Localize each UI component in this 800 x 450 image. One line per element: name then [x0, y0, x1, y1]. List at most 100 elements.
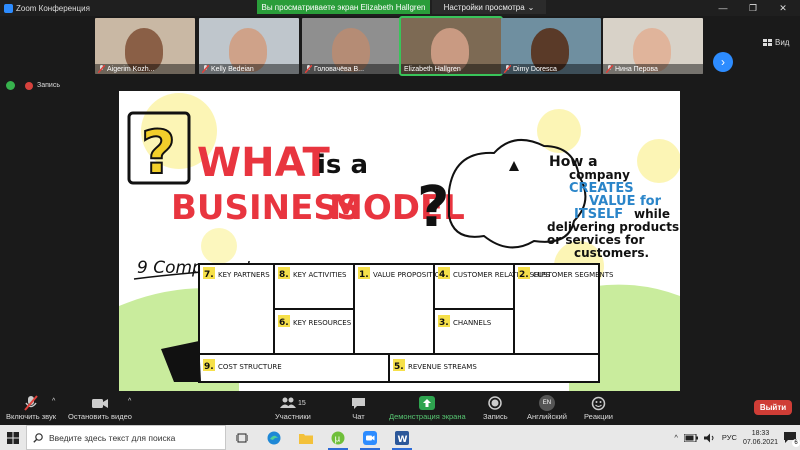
clock-time: 18:33 [751, 429, 770, 437]
share-screen-button[interactable]: Демонстрация экрана [389, 394, 466, 421]
tagline-line: delivering products [547, 220, 679, 234]
recording-indicator[interactable]: Запись [25, 81, 60, 90]
search-icon [33, 432, 43, 443]
view-options-button[interactable]: Настройки просмотра ⌄ [432, 0, 546, 14]
participant-name: Головачёва В... [314, 65, 365, 73]
battery-icon[interactable] [683, 433, 698, 442]
mic-muted-icon [98, 65, 105, 73]
mic-muted-icon [305, 65, 312, 73]
participants-button[interactable]: 15 Участники [275, 394, 311, 421]
task-view-icon [236, 433, 248, 442]
participant-tile[interactable]: Головачёва В... [302, 18, 402, 74]
taskbar-search[interactable]: Введите здесь текст для поиска [26, 425, 226, 450]
record-icon [488, 396, 503, 410]
record-button[interactable]: Запись [483, 394, 508, 421]
view-options-label: Настройки просмотра [443, 2, 525, 12]
zoom-app-icon [363, 430, 377, 445]
meeting-toolbar: Включить звук ^ Остановить видео ^ 15 Уч… [0, 391, 800, 425]
participant-tile[interactable]: Kelly Bedeian [199, 18, 299, 74]
search-placeholder: Введите здесь текст для поиска [49, 432, 176, 443]
interpretation-button[interactable]: EN Английский [527, 394, 567, 421]
block-number: 7. [204, 270, 214, 280]
system-tray: ^ РУС 18:33 07.06.2021 6 [674, 425, 800, 450]
title-bar: Zoom Конференция Вы просматриваете экран… [0, 0, 800, 16]
taskbar-utorrent[interactable]: µ [322, 425, 354, 450]
clock[interactable]: 18:33 07.06.2021 [743, 429, 778, 447]
minimize-icon[interactable]: — [710, 0, 736, 16]
language-badge: EN [538, 395, 555, 411]
speaker-icon[interactable] [703, 433, 716, 443]
taskbar-edge[interactable] [258, 425, 290, 450]
recording-label: Запись [37, 82, 60, 89]
block-number: 4. [439, 270, 449, 280]
edge-icon [267, 431, 281, 444]
task-view-button[interactable] [226, 425, 258, 450]
video-strip: Aigerim Kozh... Kelly Bedeian Головачёва В… [0, 16, 800, 76]
block-number: 5. [394, 362, 404, 372]
unmute-button[interactable]: Включить звук [6, 394, 56, 421]
utorrent-icon: µ [331, 431, 345, 444]
zoom-window: Zoom Конференция Вы просматриваете экран… [0, 0, 800, 450]
block-label: COST STRUCTURE [218, 363, 282, 371]
record-label: Запись [483, 412, 508, 421]
participants-icon [280, 397, 297, 408]
reactions-label: Реакции [584, 412, 613, 421]
block-label: KEY ACTIVITIES [293, 271, 347, 279]
mic-muted-icon [504, 65, 511, 73]
audio-options-chevron-icon[interactable]: ^ [52, 398, 55, 405]
taskbar-zoom[interactable] [354, 425, 386, 450]
mic-muted-icon [202, 65, 209, 73]
next-page-button[interactable]: › [713, 52, 733, 72]
participant-tile[interactable]: Elizabeth Hallgren [399, 16, 503, 76]
share-banner: Вы просматриваете экран Elizabeth Hallgr… [257, 0, 430, 14]
notifications-button[interactable]: 6 [784, 432, 800, 447]
leave-button[interactable]: Выйти [754, 400, 792, 415]
tagline-line: or services for [547, 233, 645, 247]
taskbar-word[interactable]: W [386, 425, 418, 450]
camera-icon [91, 398, 108, 408]
participant-tile[interactable]: Нина Перова [603, 18, 703, 74]
participant-name: Aigerim Kozh... [107, 65, 155, 73]
smiley-icon [591, 396, 606, 410]
windows-logo-icon [7, 431, 19, 444]
view-toggle-label: Вид [775, 38, 790, 47]
close-icon[interactable]: ✕ [770, 0, 796, 16]
status-row: Запись [6, 81, 60, 90]
start-button[interactable] [0, 425, 26, 450]
participant-namebar: Головачёва В... [302, 64, 402, 74]
block-number: 3. [439, 318, 449, 328]
slide-canvas: ? WHAT is a BUSINESS MODEL ? How acompan… [119, 93, 680, 391]
maximize-icon[interactable]: ❐ [740, 0, 766, 16]
stop-video-button[interactable]: Остановить видео [68, 394, 132, 421]
language-label: Английский [527, 412, 567, 421]
participant-namebar: Kelly Bedeian [199, 64, 299, 74]
chat-button[interactable]: Чат [351, 394, 366, 421]
tagline-line: while [634, 207, 670, 221]
video-options-chevron-icon[interactable]: ^ [128, 398, 131, 405]
participant-name: Нина Перова [615, 65, 658, 73]
stop-video-label: Остановить видео [68, 412, 132, 421]
svg-text:µ: µ [335, 434, 341, 444]
taskbar-explorer[interactable] [290, 425, 322, 450]
glow-decoration [637, 139, 680, 183]
grid-view-icon [763, 38, 772, 46]
reactions-button[interactable]: Реакции [584, 394, 613, 421]
big-question-mark: ? [417, 175, 449, 240]
block-number: 8. [279, 270, 289, 280]
keyboard-language[interactable]: РУС [722, 433, 737, 442]
participant-name: Dimy Doresca [513, 65, 557, 73]
tray-chevron-up-icon[interactable]: ^ [674, 433, 678, 442]
title-is-a: is a [317, 150, 368, 180]
block-number: 6. [279, 318, 289, 328]
participants-count: 15 [298, 399, 306, 407]
view-toggle[interactable]: Вид [763, 38, 789, 47]
participant-tile[interactable]: Aigerim Kozh... [95, 18, 195, 74]
block-number: 9. [204, 362, 214, 372]
participants-label: Участники [275, 412, 311, 421]
participant-tile[interactable]: Dimy Doresca [501, 18, 601, 74]
shield-icon[interactable] [6, 81, 15, 90]
record-dot-icon [25, 81, 33, 90]
block-label: KEY RESOURCES [293, 319, 352, 327]
share-screen-icon [419, 396, 436, 410]
block-number: 1. [359, 270, 369, 280]
